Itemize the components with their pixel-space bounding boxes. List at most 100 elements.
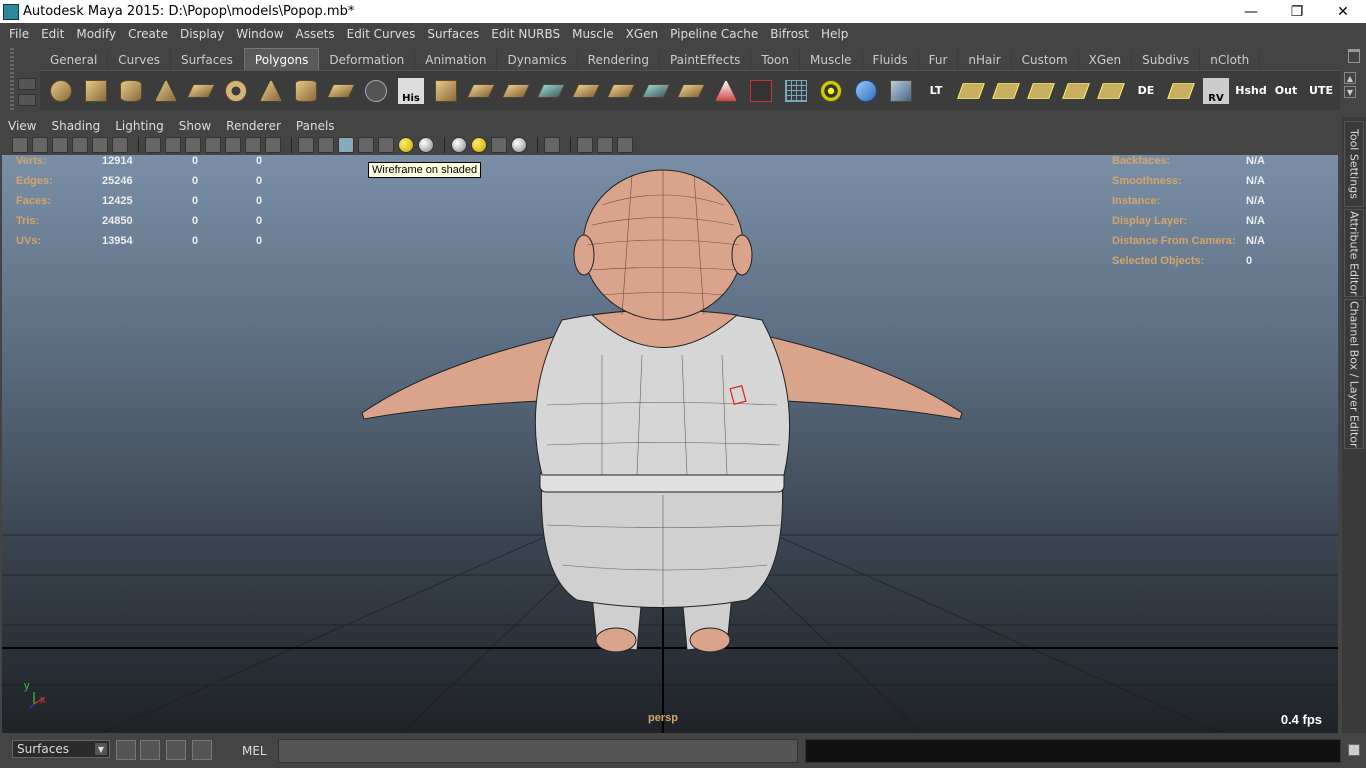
poly-torus-icon[interactable] xyxy=(219,74,253,108)
close-button[interactable]: ✕ xyxy=(1320,0,1366,23)
panel-menu-shading[interactable]: Shading xyxy=(51,119,100,133)
script-editor-open-icon[interactable] xyxy=(1348,744,1360,756)
script-language-label[interactable]: MEL xyxy=(242,744,267,758)
grease-pencil-icon[interactable] xyxy=(112,137,128,153)
shelf-tab-toon[interactable]: Toon xyxy=(751,50,801,70)
poly-pyramid-icon[interactable] xyxy=(254,74,288,108)
use-all-lights-icon[interactable] xyxy=(398,137,414,153)
shelf-tab-polygons[interactable]: Polygons xyxy=(243,48,320,70)
isolate-select-icon[interactable] xyxy=(544,137,560,153)
shelf-tab-fluids[interactable]: Fluids xyxy=(863,50,919,70)
uv-grid-icon[interactable] xyxy=(1164,74,1198,108)
wireframe-cube-icon[interactable] xyxy=(779,74,813,108)
shelf-tab-animation[interactable]: Animation xyxy=(415,50,498,70)
uv-sew-icon[interactable] xyxy=(1024,74,1058,108)
perspective-viewport[interactable]: Verts: 12914 0 0 Edges: 25246 0 0 Faces:… xyxy=(2,155,1338,733)
shelf-tab-surfaces[interactable]: Surfaces xyxy=(171,50,244,70)
separate-icon[interactable] xyxy=(534,74,568,108)
out-icon[interactable]: Out xyxy=(1269,74,1303,108)
layer-list-icon[interactable] xyxy=(192,740,212,760)
field-chart-icon[interactable] xyxy=(225,137,241,153)
menu-edit-curves[interactable]: Edit Curves xyxy=(341,27,422,41)
menu-surfaces[interactable]: Surfaces xyxy=(421,27,485,41)
xray-joints-icon[interactable] xyxy=(577,137,593,153)
shelf-scroll-down-icon[interactable]: ▼ xyxy=(1344,86,1356,98)
poly-cylinder-icon[interactable] xyxy=(114,74,148,108)
bridge-icon[interactable] xyxy=(464,74,498,108)
menu-create[interactable]: Create xyxy=(122,27,174,41)
xray-icon[interactable] xyxy=(358,137,374,153)
safe-title-icon[interactable] xyxy=(265,137,281,153)
wireframe-icon[interactable] xyxy=(298,137,314,153)
panel-menu-panels[interactable]: Panels xyxy=(296,119,335,133)
menu-set-dropdown[interactable]: Surfaces ▼ xyxy=(12,740,110,758)
menu-muscle[interactable]: Muscle xyxy=(566,27,620,41)
screen-space-ao-icon[interactable] xyxy=(451,137,467,153)
motion-blur-icon[interactable] xyxy=(471,137,487,153)
lt-icon[interactable]: LT xyxy=(919,74,953,108)
shelf-tab-subdivs[interactable]: Subdivs xyxy=(1132,50,1201,70)
script-editor-icon[interactable] xyxy=(140,740,160,760)
shelf-menu-button[interactable] xyxy=(18,94,36,106)
shelf-grip[interactable] xyxy=(10,48,14,110)
menu-display[interactable]: Display xyxy=(174,27,230,41)
shelf-tab-toggle-button[interactable] xyxy=(18,78,36,90)
poly-plane-icon[interactable] xyxy=(184,74,218,108)
menu-pipeline-cache[interactable]: Pipeline Cache xyxy=(664,27,764,41)
menu-edit[interactable]: Edit xyxy=(35,27,70,41)
combine-icon[interactable] xyxy=(499,74,533,108)
poly-cone-icon[interactable] xyxy=(149,74,183,108)
bookmarks-icon[interactable] xyxy=(52,137,68,153)
snap-together-icon[interactable] xyxy=(116,740,136,760)
camera-attributes-icon[interactable] xyxy=(32,137,48,153)
outliner-icon[interactable] xyxy=(166,740,186,760)
shelf-tab-nhair[interactable]: nHair xyxy=(958,50,1012,70)
merge-icon[interactable] xyxy=(569,74,603,108)
transform-manip-icon[interactable] xyxy=(849,74,883,108)
shelf-tab-dynamics[interactable]: Dynamics xyxy=(497,50,578,70)
fill-hole-icon[interactable] xyxy=(674,74,708,108)
restore-button[interactable]: ❐ xyxy=(1274,0,1320,23)
textured-icon[interactable] xyxy=(378,137,394,153)
grid-icon[interactable] xyxy=(145,137,161,153)
panel-menu-renderer[interactable]: Renderer xyxy=(226,119,281,133)
shelf-tab-fur[interactable]: Fur xyxy=(919,50,959,70)
reduce-icon[interactable] xyxy=(709,74,743,108)
tab-tool-settings[interactable]: Tool Settings xyxy=(1344,121,1364,207)
safe-action-icon[interactable] xyxy=(245,137,261,153)
select-camera-icon[interactable] xyxy=(12,137,28,153)
image-plane-icon[interactable] xyxy=(72,137,88,153)
hshd-icon[interactable]: Hshd xyxy=(1234,74,1268,108)
mel-command-input[interactable] xyxy=(278,739,798,763)
shelf-scroll-up-icon[interactable]: ▲ xyxy=(1344,72,1356,84)
smooth-shade-icon[interactable] xyxy=(318,137,334,153)
menu-xgen[interactable]: XGen xyxy=(620,27,665,41)
gate-mask-icon[interactable] xyxy=(205,137,221,153)
ute-icon[interactable]: UTE xyxy=(1304,74,1338,108)
menu-modify[interactable]: Modify xyxy=(70,27,122,41)
shadows-icon[interactable] xyxy=(418,137,434,153)
panel-menu-lighting[interactable]: Lighting xyxy=(115,119,164,133)
poly-cube-icon[interactable] xyxy=(79,74,113,108)
shelf-tab-curves[interactable]: Curves xyxy=(108,50,171,70)
menu-bifrost[interactable]: Bifrost xyxy=(764,27,815,41)
depth-of-field-icon[interactable] xyxy=(511,137,527,153)
shelf-tab-deformation[interactable]: Deformation xyxy=(319,50,416,70)
wireframe-on-shaded-icon[interactable] xyxy=(338,137,354,153)
create-polygon-tool-icon[interactable] xyxy=(324,74,358,108)
shelf-tab-ncloth[interactable]: nCloth xyxy=(1200,50,1261,70)
append-polygon-icon[interactable] xyxy=(359,74,393,108)
cube-light-icon[interactable] xyxy=(884,74,918,108)
display-joints-icon[interactable] xyxy=(617,137,633,153)
history-his-icon[interactable]: His xyxy=(394,74,428,108)
rv-icon[interactable]: RV xyxy=(1199,74,1233,108)
tab-channel-box-layer-editor[interactable]: Channel Box / Layer Editor xyxy=(1344,299,1364,449)
menu-window[interactable]: Window xyxy=(230,27,289,41)
resolution-gate-icon[interactable] xyxy=(185,137,201,153)
target-icon[interactable] xyxy=(814,74,848,108)
uv-unfold-icon[interactable] xyxy=(1094,74,1128,108)
uv-cut-icon[interactable] xyxy=(989,74,1023,108)
uv-layout-icon[interactable] xyxy=(954,74,988,108)
poly-pipe-icon[interactable] xyxy=(289,74,323,108)
menu-help[interactable]: Help xyxy=(815,27,854,41)
